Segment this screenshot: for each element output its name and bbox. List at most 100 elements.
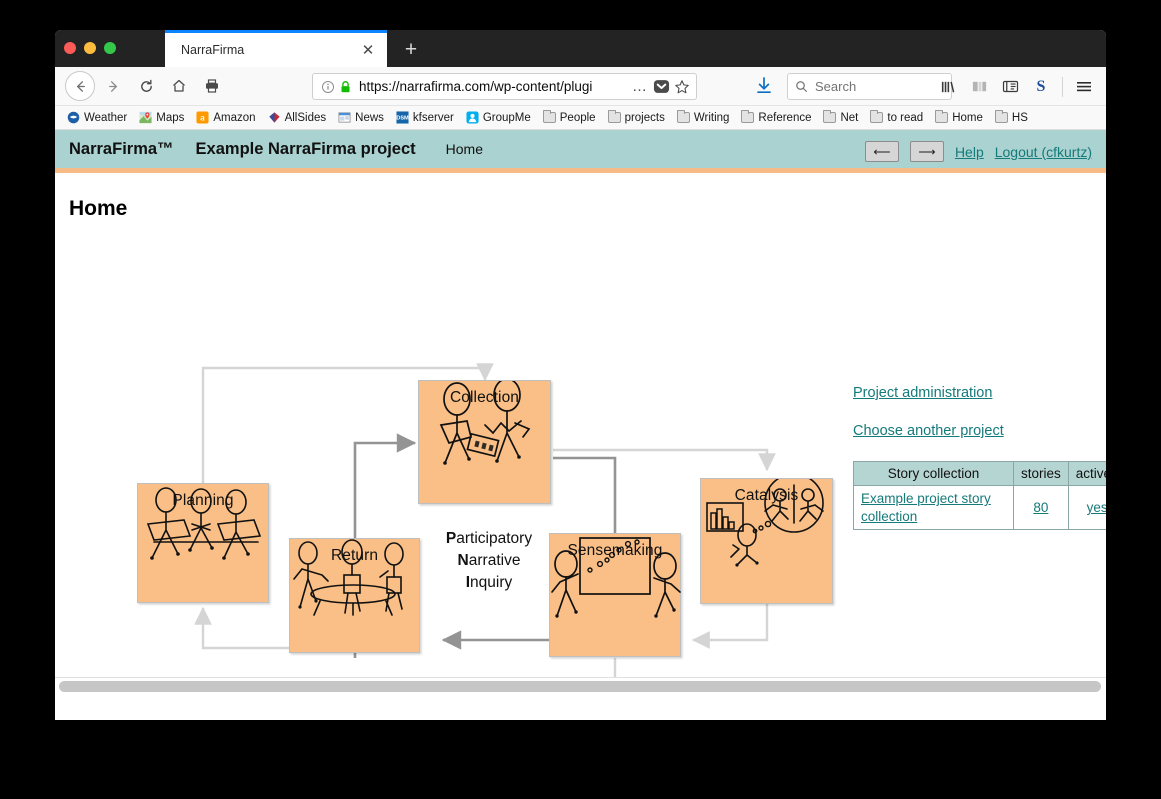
bookmark-label: to read <box>887 111 924 124</box>
bookmark-groupme[interactable]: GroupMe <box>460 108 537 128</box>
folder-icon <box>741 110 755 124</box>
bookmark-reference[interactable]: Reference <box>735 108 817 128</box>
toolbar-right-group: S <box>934 67 1098 106</box>
bookmarks-toolbar: Weather Maps a Amazon AllSides News DSM … <box>55 106 1106 130</box>
groupme-icon <box>466 111 479 124</box>
tab-close-icon[interactable]: ✕ <box>355 37 381 63</box>
app-header: NarraFirma™ Example NarraFirma project H… <box>55 130 1106 173</box>
browser-tab[interactable]: NarraFirma ✕ <box>165 30 387 67</box>
reload-icon[interactable] <box>131 71 161 101</box>
return-illustration <box>293 539 404 616</box>
amazon-icon: a <box>196 111 209 124</box>
back-arrow-icon[interactable] <box>65 71 95 101</box>
logout-link[interactable]: Logout (cfkurtz) <box>995 144 1092 160</box>
bookmark-amazon[interactable]: a Amazon <box>190 108 261 128</box>
bookmark-label: HS <box>1011 111 1028 124</box>
horizontal-scrollbar[interactable] <box>55 677 1106 695</box>
bookmark-writing[interactable]: Writing <box>671 108 736 128</box>
bookmark-people[interactable]: People <box>537 108 602 128</box>
search-input[interactable]: Search <box>815 79 856 94</box>
pni-box-planning[interactable]: Planning <box>137 483 269 603</box>
library-icon[interactable] <box>934 73 962 101</box>
search-bar[interactable]: Search <box>787 73 952 100</box>
breadcrumb: Home <box>445 141 483 157</box>
print-icon[interactable] <box>197 71 227 101</box>
bookmark-label: AllSides <box>284 111 327 124</box>
stories-count-link[interactable]: 80 <box>1033 500 1048 515</box>
header-actions: ⟵ ⟶ Help Logout (cfkurtz) <box>864 130 1092 173</box>
bookmark-home[interactable]: Home <box>929 108 989 128</box>
forward-arrow-icon[interactable] <box>98 71 128 101</box>
collection-illustration <box>439 381 531 465</box>
reader-view-icon[interactable] <box>996 73 1024 101</box>
bookmark-to-read[interactable]: to read <box>864 108 929 128</box>
table-header-row: Story collection stories active? <box>853 461 1106 486</box>
window-close-button[interactable] <box>64 42 76 54</box>
center-line-3-rest: nquiry <box>470 574 513 592</box>
pni-box-return[interactable]: Return <box>289 538 420 653</box>
window-maximize-button[interactable] <box>104 42 116 54</box>
bookmark-label: Reference <box>758 111 812 124</box>
star-icon[interactable] <box>674 79 690 95</box>
planning-illustration <box>146 487 262 560</box>
pni-box-sensemaking[interactable]: Sensemaking <box>549 533 681 657</box>
skype-icon[interactable]: S <box>1027 73 1055 101</box>
tab-title: NarraFirma <box>181 43 245 57</box>
page-content: NarraFirma™ Example NarraFirma project H… <box>55 130 1106 695</box>
toolbar-divider <box>1062 76 1063 97</box>
bookmark-maps[interactable]: Maps <box>133 108 190 128</box>
info-circle-icon[interactable] <box>321 80 335 94</box>
bookmark-hs[interactable]: HS <box>989 108 1034 128</box>
next-page-button[interactable]: ⟶ <box>909 141 944 162</box>
bookmark-projects[interactable]: projects <box>602 108 671 128</box>
bookmark-label: Amazon <box>213 111 256 124</box>
bookmark-allsides[interactable]: AllSides <box>262 108 333 128</box>
bookmark-net[interactable]: Net <box>817 108 864 128</box>
folder-icon <box>870 110 884 124</box>
column-header-story-collection: Story collection <box>853 461 1014 486</box>
choose-another-project-link[interactable]: Choose another project <box>853 423 1106 439</box>
sidebar-panels-icon[interactable] <box>965 73 993 101</box>
bookmark-label: News <box>355 111 384 124</box>
bookmark-label: Home <box>952 111 983 124</box>
ellipsis-icon[interactable]: … <box>626 78 651 95</box>
download-icon[interactable] <box>755 76 773 101</box>
folder-icon <box>935 110 949 124</box>
bookmark-label: projects <box>624 111 665 124</box>
bookmark-label: Weather <box>84 111 128 124</box>
scrollbar-thumb[interactable] <box>59 681 1101 692</box>
new-tab-button[interactable]: + <box>399 37 423 61</box>
weather-icon <box>67 111 80 124</box>
bookmark-weather[interactable]: Weather <box>61 108 133 128</box>
pni-box-catalysis[interactable]: Catalysis <box>700 478 833 604</box>
kfserver-icon: DSM <box>396 111 409 124</box>
window-traffic-lights <box>64 42 116 54</box>
previous-page-button[interactable]: ⟵ <box>864 141 899 162</box>
pni-box-collection[interactable]: Collection <box>418 380 551 504</box>
hamburger-menu-icon[interactable] <box>1070 73 1098 101</box>
project-administration-link[interactable]: Project administration <box>853 385 1106 401</box>
cell-stories-count: 80 <box>1013 484 1069 531</box>
lock-icon[interactable] <box>339 80 352 94</box>
project-name: Example NarraFirma project <box>195 139 416 158</box>
column-header-active: active? <box>1067 461 1106 486</box>
maps-icon <box>139 111 152 124</box>
pni-cycle-diagram: Planning Collection Catalysis Sensemakin… <box>125 358 845 695</box>
bookmark-label: People <box>559 111 596 124</box>
address-bar[interactable]: https://narrafirma.com/wp-content/plugi … <box>312 73 697 100</box>
active-link[interactable]: yes <box>1087 500 1106 515</box>
help-link[interactable]: Help <box>955 144 984 160</box>
window-minimize-button[interactable] <box>84 42 96 54</box>
bookmark-news[interactable]: News <box>332 108 390 128</box>
table-row: Example project story collection 80 yes <box>853 484 1106 531</box>
bookmark-kfserver[interactable]: DSM kfserver <box>390 108 460 128</box>
right-column: Project administration Choose another pr… <box>853 385 1106 531</box>
bookmark-label: GroupMe <box>482 111 531 124</box>
tab-strip: NarraFirma ✕ + <box>55 30 1106 67</box>
home-icon[interactable] <box>164 71 194 101</box>
story-collection-link[interactable]: Example project story collection <box>861 491 991 524</box>
url-text: https://narrafirma.com/wp-content/plugi <box>359 79 593 94</box>
page-title: Home <box>69 197 128 220</box>
pocket-icon[interactable] <box>653 78 670 95</box>
search-icon <box>795 80 808 93</box>
